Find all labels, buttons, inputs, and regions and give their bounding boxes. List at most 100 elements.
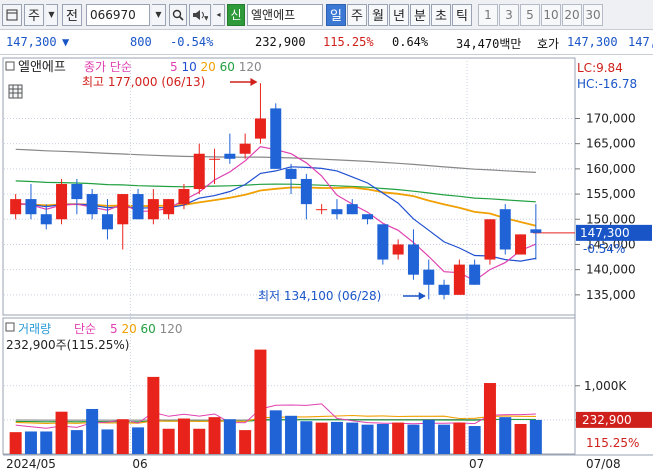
date-label: 2024/05 [6, 457, 56, 471]
period-tab-2[interactable]: 월 [368, 3, 388, 26]
period-tab-4[interactable]: 분 [410, 3, 430, 26]
candle-body [438, 284, 450, 295]
date-label: 06 [132, 457, 147, 471]
candle-body [331, 209, 343, 215]
candle-body [163, 199, 175, 215]
current-volume-tag: 232,900 115.25% [576, 411, 652, 450]
change-percent: -0.54% [170, 35, 214, 49]
svg-text:115.25%: 115.25% [586, 436, 639, 450]
volume-bar [269, 410, 282, 454]
volume-ma-legend-item: 20 [118, 322, 137, 336]
quote-bar: 147,300 ▼ 800 -0.54% 232,900 115.25% 0.6… [0, 31, 653, 55]
sound-icon[interactable]: ▼ [189, 3, 211, 26]
candle-body [316, 209, 328, 211]
volume-bar [468, 426, 481, 454]
code-input[interactable]: 066970 [86, 3, 150, 26]
volume-ma-legend-item: 60 [137, 322, 156, 336]
volume-bar [40, 431, 53, 454]
volume-bar [162, 428, 175, 454]
volume-bar [132, 427, 145, 454]
interval-button-1[interactable]: 1 [478, 3, 498, 26]
code-dropdown-icon[interactable]: ▼ [152, 3, 166, 26]
search-all-button[interactable]: 전 [62, 3, 82, 26]
candle-body [453, 264, 465, 295]
volume-bar [285, 415, 298, 454]
interval-button-5[interactable]: 5 [520, 3, 540, 26]
chart-window-icon[interactable] [2, 3, 22, 26]
candle-body [423, 269, 435, 285]
ma-legend-item: 20 [197, 60, 216, 74]
volume-ma-legend: 5 20 60 120 [110, 322, 183, 336]
volume-panel-title: 거래량 [18, 322, 51, 336]
interval-button-3[interactable]: 3 [499, 3, 519, 26]
price-panel [2, 57, 576, 316]
candle-body [499, 209, 511, 250]
svg-text:232,900: 232,900 [582, 413, 632, 427]
stock-chart[interactable]: 135,000140,000145,000150,000155,000160,0… [0, 56, 653, 472]
hc-label: HC:-16.78 [577, 77, 637, 91]
period-tab-6[interactable]: 틱 [452, 3, 472, 26]
candle-body [71, 183, 83, 200]
volume-bar [499, 417, 512, 454]
candle-body [392, 244, 404, 255]
direction-down-icon: ▼ [62, 35, 70, 49]
ma-legend-item: 60 [216, 60, 235, 74]
volume-bar [116, 419, 129, 454]
candle-body [270, 108, 282, 169]
candle-body [147, 199, 159, 220]
volume-bar [239, 430, 252, 454]
candle-body [132, 194, 144, 220]
price-tick-label: 160,000 [586, 162, 636, 176]
period-tab-0[interactable]: 일 [326, 3, 346, 26]
volume-legend-prefix: 단순 [74, 322, 96, 336]
candle-body [209, 158, 221, 160]
search-icon[interactable] [169, 3, 187, 26]
price-tick-label: 165,000 [586, 137, 636, 151]
volume-bar [346, 422, 359, 454]
high-annotation: 최고 177,000 (06/13) [82, 75, 205, 89]
volume-tick-label: 1,000K [584, 379, 627, 393]
lc-label: LC:9.84 [577, 61, 623, 75]
ma-legend-item: 120 [235, 60, 262, 74]
volume-bar [315, 422, 328, 454]
candle-body [178, 189, 190, 205]
interval-button-20[interactable]: 20 [562, 3, 582, 26]
volume-bar [86, 408, 99, 454]
period-tab-1[interactable]: 주 [347, 3, 367, 26]
volume-bar [208, 417, 221, 454]
volume-ratio: 115.25% [323, 35, 374, 49]
ask-label: 호가 [537, 37, 560, 51]
price-tick-label: 155,000 [586, 187, 636, 201]
current-volume-text: 232,900주(115.25%) [6, 338, 129, 352]
candle-body [285, 168, 297, 179]
candle-body [86, 194, 98, 215]
svg-text:▼: ▼ [204, 15, 208, 21]
volume-bar [361, 424, 374, 454]
candle-body [193, 153, 205, 190]
volume-bar [177, 418, 190, 454]
date-label: 07 [469, 457, 484, 471]
volume-bar [300, 421, 313, 454]
grid-table-icon[interactable] [8, 84, 23, 99]
candle-body [484, 219, 496, 260]
current-price: 147,300 [6, 35, 57, 49]
candle-body [530, 229, 542, 233]
market-button[interactable]: 주 [24, 3, 44, 26]
stock-name-field[interactable]: 엘앤에프 [247, 3, 323, 26]
volume-bar [376, 423, 389, 454]
interval-button-30[interactable]: 30 [583, 3, 603, 26]
period-tab-5[interactable]: 초 [431, 3, 451, 26]
toolbar: 주 ▼ 전 066970 ▼ ▼ ◂ 신 엘앤에프 일주월년분초틱 135102… [0, 0, 653, 30]
volume-bar [254, 349, 267, 454]
ma-legend-item: 5 [170, 60, 178, 74]
ma-legend-prefix: 종가 단순 [84, 60, 132, 74]
interval-button-10[interactable]: 10 [541, 3, 561, 26]
volume-bar [438, 424, 451, 454]
period-tab-3[interactable]: 년 [389, 3, 409, 26]
market-dropdown-icon[interactable]: ▼ [46, 3, 58, 26]
prev-stock-icon[interactable]: ◂ [213, 3, 225, 26]
current-price-tag: 147,300 -0.54% [576, 224, 652, 256]
volume-ma-legend-item: 120 [156, 322, 183, 336]
bid-price: 147,400 [628, 35, 653, 49]
candle-body [254, 118, 266, 139]
